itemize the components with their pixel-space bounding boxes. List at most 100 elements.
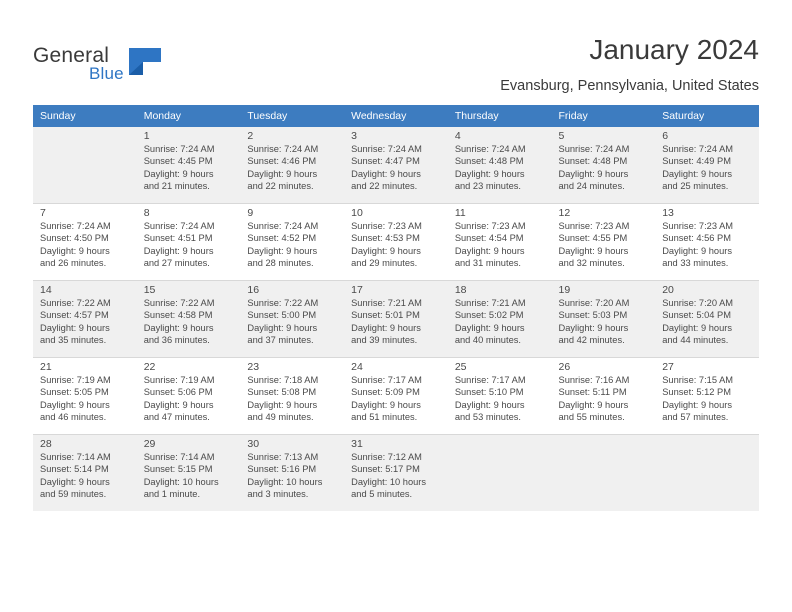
day-cell[interactable]: 12 Sunrise: 7:23 AM Sunset: 4:55 PM Dayl… (551, 204, 656, 280)
daylight-text-line2: and 44 minutes. (662, 335, 729, 346)
day-cell[interactable]: 25 Sunrise: 7:17 AM Sunset: 5:10 PM Dayl… (447, 358, 552, 434)
daylight-text-line2: and 3 minutes. (247, 489, 309, 500)
weekday-header-tuesday: Tuesday (240, 105, 345, 127)
day-cell[interactable]: 3 Sunrise: 7:24 AM Sunset: 4:47 PM Dayli… (344, 127, 448, 203)
day-cell[interactable]: 26 Sunrise: 7:16 AM Sunset: 5:11 PM Dayl… (551, 358, 656, 434)
daylight-text-line2: and 39 minutes. (351, 335, 418, 346)
sunset-text: Sunset: 5:15 PM (143, 464, 213, 475)
daylight-text-line1: Daylight: 9 hours (558, 168, 629, 179)
day-cell[interactable]: 17 Sunrise: 7:21 AM Sunset: 5:01 PM Dayl… (344, 281, 448, 357)
day-cell[interactable]: 20 Sunrise: 7:20 AM Sunset: 5:04 PM Dayl… (655, 281, 759, 357)
sunset-text: Sunset: 4:48 PM (454, 156, 524, 167)
day-number: 28 (40, 438, 52, 450)
sunrise-text: Sunrise: 7:15 AM (662, 375, 734, 385)
brand-logo[interactable]: General Blue (33, 30, 213, 83)
day-cell[interactable]: 5 Sunrise: 7:24 AM Sunset: 4:48 PM Dayli… (551, 127, 656, 203)
daylight-text-line2: and 57 minutes. (662, 412, 729, 423)
day-cell[interactable]: 15 Sunrise: 7:22 AM Sunset: 4:58 PM Dayl… (136, 281, 241, 357)
day-number: 21 (40, 361, 52, 373)
day-number: 10 (351, 207, 363, 219)
day-cell[interactable]: 30 Sunrise: 7:13 AM Sunset: 5:16 PM Dayl… (240, 435, 345, 511)
sunset-text: Sunset: 5:12 PM (662, 387, 731, 398)
sunrise-text: Sunrise: 7:17 AM (454, 375, 526, 385)
sunrise-text: Sunrise: 7:18 AM (247, 375, 319, 385)
sunrise-text: Sunrise: 7:23 AM (558, 221, 630, 231)
daylight-text-line2: and 36 minutes. (143, 335, 210, 346)
day-cell[interactable]: 10 Sunrise: 7:23 AM Sunset: 4:53 PM Dayl… (344, 204, 448, 280)
day-number: 31 (351, 438, 363, 450)
day-number: 16 (247, 284, 260, 296)
calendar-week-row: 28 Sunrise: 7:14 AM Sunset: 5:14 PM Dayl… (33, 435, 759, 511)
day-number: 20 (662, 284, 674, 296)
day-cell[interactable]: 21 Sunrise: 7:19 AM Sunset: 5:05 PM Dayl… (33, 358, 137, 434)
sunset-text: Sunset: 5:10 PM (454, 387, 524, 398)
day-cell[interactable]: 27 Sunrise: 7:15 AM Sunset: 5:12 PM Dayl… (655, 358, 759, 434)
day-number: 6 (662, 130, 669, 142)
day-cell[interactable]: 23 Sunrise: 7:18 AM Sunset: 5:08 PM Dayl… (240, 358, 345, 434)
daylight-text-line1: Daylight: 9 hours (247, 322, 318, 333)
sunrise-text: Sunrise: 7:24 AM (40, 221, 111, 231)
day-number: 12 (558, 207, 571, 219)
day-number: 11 (454, 207, 466, 219)
day-number: 22 (143, 361, 156, 373)
sunrise-text: Sunrise: 7:23 AM (454, 221, 526, 231)
day-cell[interactable] (33, 127, 137, 203)
day-cell[interactable]: 18 Sunrise: 7:21 AM Sunset: 5:02 PM Dayl… (447, 281, 552, 357)
daylight-text-line2: and 22 minutes. (351, 181, 418, 192)
day-cell[interactable]: 14 Sunrise: 7:22 AM Sunset: 4:57 PM Dayl… (33, 281, 137, 357)
day-number: 4 (454, 130, 461, 142)
blue-flag-icon (129, 48, 161, 75)
daylight-text-line1: Daylight: 9 hours (454, 322, 525, 333)
day-cell[interactable]: 29 Sunrise: 7:14 AM Sunset: 5:15 PM Dayl… (136, 435, 241, 511)
day-number: 27 (662, 361, 674, 373)
location-subtitle: Evansburg, Pennsylvania, United States (500, 78, 759, 94)
day-number: 7 (40, 207, 46, 219)
daylight-text-line1: Daylight: 9 hours (454, 245, 525, 256)
day-cell[interactable]: 2 Sunrise: 7:24 AM Sunset: 4:46 PM Dayli… (240, 127, 345, 203)
day-number (559, 438, 651, 451)
sunset-text: Sunset: 5:04 PM (662, 310, 731, 321)
daylight-text-line1: Daylight: 9 hours (351, 168, 421, 179)
day-cell[interactable]: 1 Sunrise: 7:24 AM Sunset: 4:45 PM Dayli… (136, 127, 241, 203)
sunset-text: Sunset: 5:00 PM (247, 310, 317, 321)
day-cell[interactable]: 24 Sunrise: 7:17 AM Sunset: 5:09 PM Dayl… (344, 358, 448, 434)
sunset-text: Sunset: 5:02 PM (454, 310, 524, 321)
calendar-week-row: 7 Sunrise: 7:24 AM Sunset: 4:50 PM Dayli… (33, 204, 759, 280)
weekday-header-saturday: Saturday (655, 105, 759, 127)
sunrise-text: Sunrise: 7:24 AM (454, 144, 526, 154)
day-cell[interactable]: 7 Sunrise: 7:24 AM Sunset: 4:50 PM Dayli… (33, 204, 137, 280)
daylight-text-line1: Daylight: 9 hours (662, 245, 732, 256)
sunset-text: Sunset: 4:53 PM (351, 233, 420, 244)
day-number: 2 (247, 130, 254, 142)
daylight-text-line1: Daylight: 9 hours (247, 168, 318, 179)
sunset-text: Sunset: 4:52 PM (247, 233, 317, 244)
day-cell[interactable]: 8 Sunrise: 7:24 AM Sunset: 4:51 PM Dayli… (136, 204, 241, 280)
daylight-text-line1: Daylight: 10 hours (143, 476, 219, 487)
day-cell[interactable]: 31 Sunrise: 7:12 AM Sunset: 5:17 PM Dayl… (344, 435, 448, 511)
sunset-text: Sunset: 4:48 PM (558, 156, 628, 167)
day-number: 26 (558, 361, 571, 373)
daylight-text-line1: Daylight: 9 hours (662, 399, 732, 410)
day-cell[interactable]: 28 Sunrise: 7:14 AM Sunset: 5:14 PM Dayl… (33, 435, 137, 511)
day-cell[interactable] (551, 435, 656, 511)
daylight-text-line1: Daylight: 9 hours (454, 168, 525, 179)
sunrise-text: Sunrise: 7:24 AM (351, 144, 422, 154)
day-number: 17 (351, 284, 363, 296)
day-cell[interactable]: 22 Sunrise: 7:19 AM Sunset: 5:06 PM Dayl… (136, 358, 241, 434)
day-number: 13 (662, 207, 674, 219)
day-cell[interactable]: 4 Sunrise: 7:24 AM Sunset: 4:48 PM Dayli… (447, 127, 552, 203)
sunset-text: Sunset: 5:09 PM (351, 387, 420, 398)
day-cell[interactable]: 9 Sunrise: 7:24 AM Sunset: 4:52 PM Dayli… (240, 204, 345, 280)
daylight-text-line1: Daylight: 9 hours (351, 399, 421, 410)
sunrise-text: Sunrise: 7:24 AM (247, 221, 319, 231)
day-cell[interactable]: 16 Sunrise: 7:22 AM Sunset: 5:00 PM Dayl… (240, 281, 345, 357)
sunset-text: Sunset: 4:46 PM (247, 156, 317, 167)
day-cell[interactable]: 11 Sunrise: 7:23 AM Sunset: 4:54 PM Dayl… (447, 204, 552, 280)
daylight-text-line1: Daylight: 9 hours (247, 245, 318, 256)
day-cell[interactable]: 6 Sunrise: 7:24 AM Sunset: 4:49 PM Dayli… (655, 127, 759, 203)
day-cell[interactable] (447, 435, 552, 511)
day-cell[interactable]: 19 Sunrise: 7:20 AM Sunset: 5:03 PM Dayl… (551, 281, 656, 357)
day-cell[interactable] (655, 435, 759, 511)
daylight-text-line2: and 53 minutes. (454, 412, 521, 423)
day-cell[interactable]: 13 Sunrise: 7:23 AM Sunset: 4:56 PM Dayl… (655, 204, 759, 280)
